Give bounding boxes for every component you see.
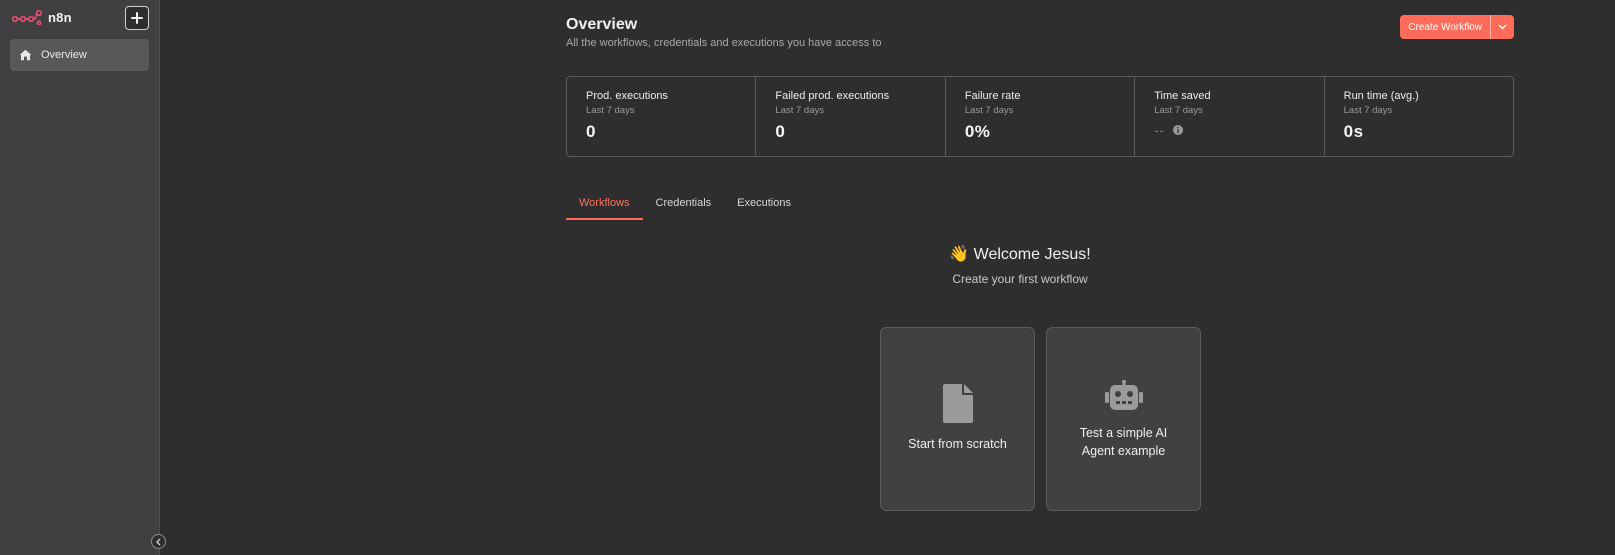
create-workflow-button[interactable]: Create Workflow [1400, 15, 1490, 39]
stat-run-time[interactable]: Run time (avg.) Last 7 days 0s [1325, 77, 1513, 156]
plus-icon [131, 12, 143, 24]
sidebar-item-overview[interactable]: Overview [10, 39, 149, 71]
ai-agent-example-card[interactable]: Test a simple AI Agent example [1046, 327, 1201, 511]
stat-period: Last 7 days [1154, 105, 1203, 116]
n8n-logo[interactable]: n8n [12, 9, 72, 25]
tab-executions[interactable]: Executions [724, 198, 804, 220]
stat-value: 0 [586, 122, 596, 141]
card-label: Start from scratch [908, 437, 1007, 451]
stat-time-saved[interactable]: Time saved Last 7 days -- [1135, 77, 1325, 156]
stat-label: Failure rate [964, 90, 1021, 102]
stat-label: Failed prod. executions [775, 90, 890, 102]
app-window: n8n Overview Overview All the workflows,… [0, 0, 1615, 555]
create-workflow-group: Create Workflow [1400, 15, 1514, 39]
start-from-scratch-card[interactable]: Start from scratch [880, 327, 1035, 511]
welcome-heading: 👋 Welcome Jesus! [949, 246, 1091, 263]
n8n-logo-icon [12, 9, 43, 25]
chevron-left-icon [156, 538, 161, 545]
sidebar-item-label: Overview [41, 49, 87, 61]
tab-credentials[interactable]: Credentials [643, 198, 725, 220]
robot-icon [1104, 380, 1143, 410]
stat-label: Run time (avg.) [1343, 90, 1419, 102]
stat-value: 0% [964, 122, 991, 141]
sidebar: n8n Overview [0, 0, 166, 555]
tab-workflows[interactable]: Workflows [566, 198, 643, 220]
stat-prod-executions[interactable]: Prod. executions Last 7 days 0 [567, 77, 757, 156]
stat-failed-executions[interactable]: Failed prod. executions Last 7 days 0 [756, 77, 946, 156]
insights-stats: Prod. executions Last 7 days 0 Failed pr… [566, 76, 1514, 157]
stat-value: 0 [775, 122, 786, 141]
stat-period: Last 7 days [1343, 105, 1393, 116]
page-title: Overview [566, 16, 638, 33]
file-icon [942, 384, 973, 423]
card-label: Test a simple AI Agent example [1079, 426, 1168, 458]
stat-value: 0s [1343, 122, 1364, 141]
add-button[interactable] [125, 6, 149, 30]
chevron-down-icon [1498, 24, 1507, 30]
welcome-subtitle: Create your first workflow [952, 272, 1088, 286]
collapse-sidebar-button[interactable] [151, 534, 166, 549]
overview-tabs: Workflows Credentials Executions [566, 198, 804, 220]
main-content: Overview All the workflows, credentials … [566, 0, 1514, 555]
create-workflow-dropdown[interactable] [1490, 15, 1514, 39]
home-icon [19, 49, 32, 61]
stat-period: Last 7 days [586, 105, 635, 116]
app-name: n8n [48, 9, 72, 25]
info-icon[interactable] [1172, 125, 1183, 135]
stat-period: Last 7 days [964, 105, 1014, 116]
stat-value: -- [1154, 122, 1165, 138]
stat-failure-rate[interactable]: Failure rate Last 7 days 0% [946, 77, 1136, 156]
stat-period: Last 7 days [775, 105, 824, 116]
page-subtitle: All the workflows, credentials and execu… [566, 37, 882, 49]
stat-label: Time saved [1154, 90, 1211, 102]
stat-value-row: -- [1154, 122, 1323, 138]
stat-label: Prod. executions [586, 90, 668, 102]
